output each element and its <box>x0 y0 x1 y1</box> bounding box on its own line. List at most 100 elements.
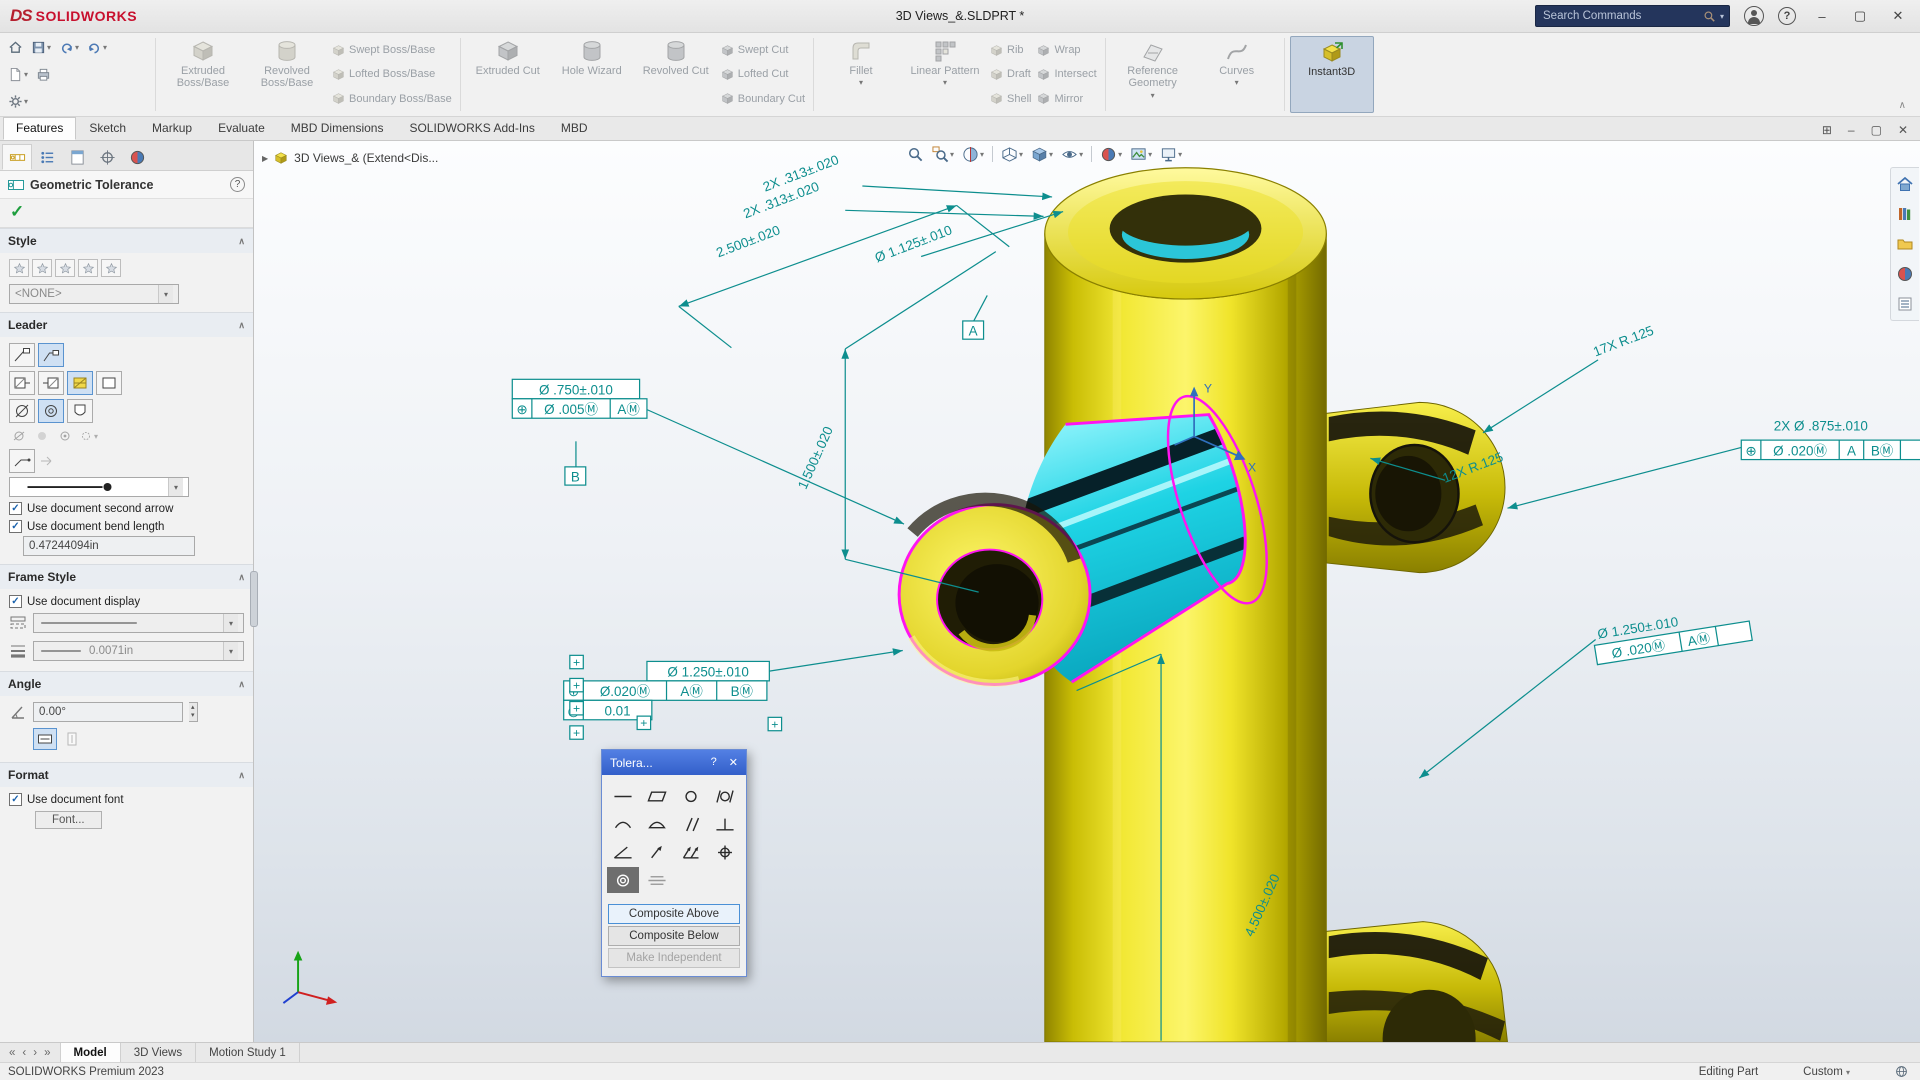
mirror-button[interactable]: Mirror <box>1037 92 1096 105</box>
checkbox-document-display[interactable]: ✓ <box>9 595 22 608</box>
home-button[interactable] <box>6 38 25 57</box>
datum-a[interactable]: A <box>963 321 984 339</box>
tolerance-dialog-titlebar[interactable]: Tolera... ? ✕ <box>602 750 746 775</box>
appearances-button[interactable] <box>1894 263 1916 285</box>
make-independent-button[interactable]: Make Independent <box>608 948 740 968</box>
pm-help-icon[interactable]: ? <box>230 177 245 192</box>
save-button[interactable]: ▾ <box>29 38 53 57</box>
breadcrumb-expand-icon[interactable]: ▶ <box>262 154 268 163</box>
arrow-style-2-icon[interactable] <box>32 427 52 445</box>
doc-close-button[interactable]: ✕ <box>1898 123 1908 137</box>
tab-sketch[interactable]: Sketch <box>76 117 139 140</box>
tab-configurations[interactable] <box>62 144 92 170</box>
hole-wizard-button[interactable]: Hole Wizard <box>550 36 634 113</box>
arrow-style-1-icon[interactable] <box>9 427 29 445</box>
linear-pattern-button[interactable]: Linear Pattern▾ <box>903 36 987 113</box>
format-section-header[interactable]: Format∧ <box>0 762 253 787</box>
drag-handle[interactable]: + <box>570 678 583 692</box>
revolved-cut-button[interactable]: Revolved Cut <box>634 36 718 113</box>
load-favorite-button[interactable] <box>101 259 121 277</box>
first-tab-button[interactable]: « <box>9 1047 15 1059</box>
last-tab-button[interactable]: » <box>44 1047 50 1059</box>
new-document-button[interactable]: ▾ <box>6 65 30 84</box>
concentricity-icon[interactable] <box>607 867 639 893</box>
graphics-viewport[interactable]: Y X <box>254 141 1920 1042</box>
design-library-button[interactable] <box>1894 203 1916 225</box>
radius-17x[interactable]: 17X R.125 <box>1591 323 1656 360</box>
tab-propertymanager[interactable] <box>2 144 32 170</box>
feature-control-frame-1250-right[interactable]: Ø 1.250±.010 Ø .020Ⓜ AⓂ <box>1592 603 1753 664</box>
fillet-button[interactable]: Fillet▾ <box>819 36 903 113</box>
leader-plain-button[interactable] <box>96 371 122 395</box>
no-leader-button[interactable] <box>9 343 35 367</box>
composite-above-button[interactable]: Composite Above <box>608 904 740 924</box>
leader-left-button[interactable] <box>9 371 35 395</box>
help-icon[interactable]: ? <box>1778 7 1796 25</box>
window-maximize-button[interactable]: ▢ <box>1848 8 1872 24</box>
straight-leader-button[interactable] <box>9 399 35 423</box>
feature-control-frame-1250[interactable]: Ø 1.250±.010 ⊕ Ø.020Ⓜ AⓂ BⓂ ◎ 0.01 <box>564 661 770 719</box>
composite-below-button[interactable]: Composite Below <box>608 926 740 946</box>
extruded-boss-button[interactable]: Extruded Boss/Base <box>161 36 245 113</box>
window-minimize-button[interactable]: – <box>1810 9 1834 24</box>
update-favorite-button[interactable] <box>32 259 52 277</box>
file-explorer-button[interactable] <box>1894 233 1916 255</box>
zoom-fit-button[interactable] <box>904 144 927 165</box>
rib-button[interactable]: Rib <box>990 44 1031 57</box>
tab-dimxpert[interactable] <box>92 144 122 170</box>
datum-b[interactable]: B <box>565 467 586 485</box>
search-dropdown-icon[interactable]: ▾ <box>1720 12 1724 21</box>
parallelism-icon[interactable] <box>675 811 707 837</box>
feature-control-frame-875[interactable]: 2X Ø .875±.010 ⊕ Ø .020Ⓜ A BⓂ <box>1741 418 1920 459</box>
window-close-button[interactable]: ✕ <box>1886 8 1910 24</box>
save-favorite-button[interactable] <box>78 259 98 277</box>
apply-scene-button[interactable]: ▾ <box>1127 144 1155 165</box>
part-upper-lug[interactable] <box>1326 402 1505 572</box>
tab-addins[interactable]: SOLIDWORKS Add-Ins <box>396 117 547 140</box>
profile-line-icon[interactable] <box>607 811 639 837</box>
redo-button[interactable]: ▾ <box>85 38 109 57</box>
lofted-boss-button[interactable]: Lofted Boss/Base <box>332 68 452 81</box>
arrow-style-3-icon[interactable] <box>55 427 75 445</box>
view-settings-button[interactable]: ▾ <box>1157 144 1185 165</box>
profile-surface-icon[interactable] <box>641 811 673 837</box>
dimension-1500[interactable]: 1.500±.020 <box>795 424 836 491</box>
shell-button[interactable]: Shell <box>990 92 1031 105</box>
diameter-1125[interactable]: Ø 1.125±.010 <box>873 222 954 265</box>
angularity-icon[interactable] <box>607 839 639 865</box>
drag-handle[interactable]: + <box>768 717 781 731</box>
style-dropdown[interactable]: <NONE>▾ <box>9 284 179 304</box>
checkbox-document-font[interactable]: ✓ <box>9 793 22 806</box>
tab-display-manager[interactable] <box>122 144 152 170</box>
tab-mbd-dimensions[interactable]: MBD Dimensions <box>278 117 397 140</box>
panel-splitter-handle[interactable] <box>250 571 258 627</box>
next-tab-button[interactable]: › <box>33 1047 37 1059</box>
circular-runout-icon[interactable] <box>641 839 673 865</box>
second-leader-toggle[interactable] <box>38 452 58 470</box>
doc-pane-button[interactable]: ⊞ <box>1822 123 1832 137</box>
display-style-button[interactable]: ▾ <box>1028 144 1056 165</box>
swept-cut-button[interactable]: Swept Cut <box>721 44 805 57</box>
doc-restore-button[interactable]: ▢ <box>1871 123 1882 137</box>
draft-button[interactable]: Draft <box>990 68 1031 81</box>
frame-line-style-dropdown[interactable]: ▾ <box>33 613 244 633</box>
angle-horizontal-button[interactable] <box>33 728 57 750</box>
tab-markup[interactable]: Markup <box>139 117 205 140</box>
angle-section-header[interactable]: Angle∧ <box>0 671 253 696</box>
frame-style-section-header[interactable]: Frame Style∧ <box>0 564 253 589</box>
leader-nearest-button[interactable] <box>67 371 93 395</box>
tab-3d-views[interactable]: 3D Views <box>121 1043 196 1062</box>
chevron-down-icon[interactable]: ▾ <box>223 642 238 660</box>
user-avatar[interactable] <box>1744 6 1764 26</box>
ribbon-collapse-button[interactable]: ∧ <box>1889 98 1916 115</box>
flatness-icon[interactable] <box>641 783 673 809</box>
arrow-style-4-icon[interactable]: ▾ <box>78 427 98 445</box>
tab-features[interactable]: Features <box>3 117 76 140</box>
wrap-button[interactable]: Wrap <box>1037 44 1096 57</box>
edit-appearance-button[interactable]: ▾ <box>1097 144 1125 165</box>
chevron-down-icon[interactable]: ▾ <box>223 614 238 632</box>
tab-mbd[interactable]: MBD <box>548 117 601 140</box>
leader-section-header[interactable]: Leader∧ <box>0 312 253 337</box>
dimension-2500[interactable]: 2.500±.020 <box>714 222 782 260</box>
arrow-style-dropdown[interactable]: ▾ <box>9 477 189 497</box>
